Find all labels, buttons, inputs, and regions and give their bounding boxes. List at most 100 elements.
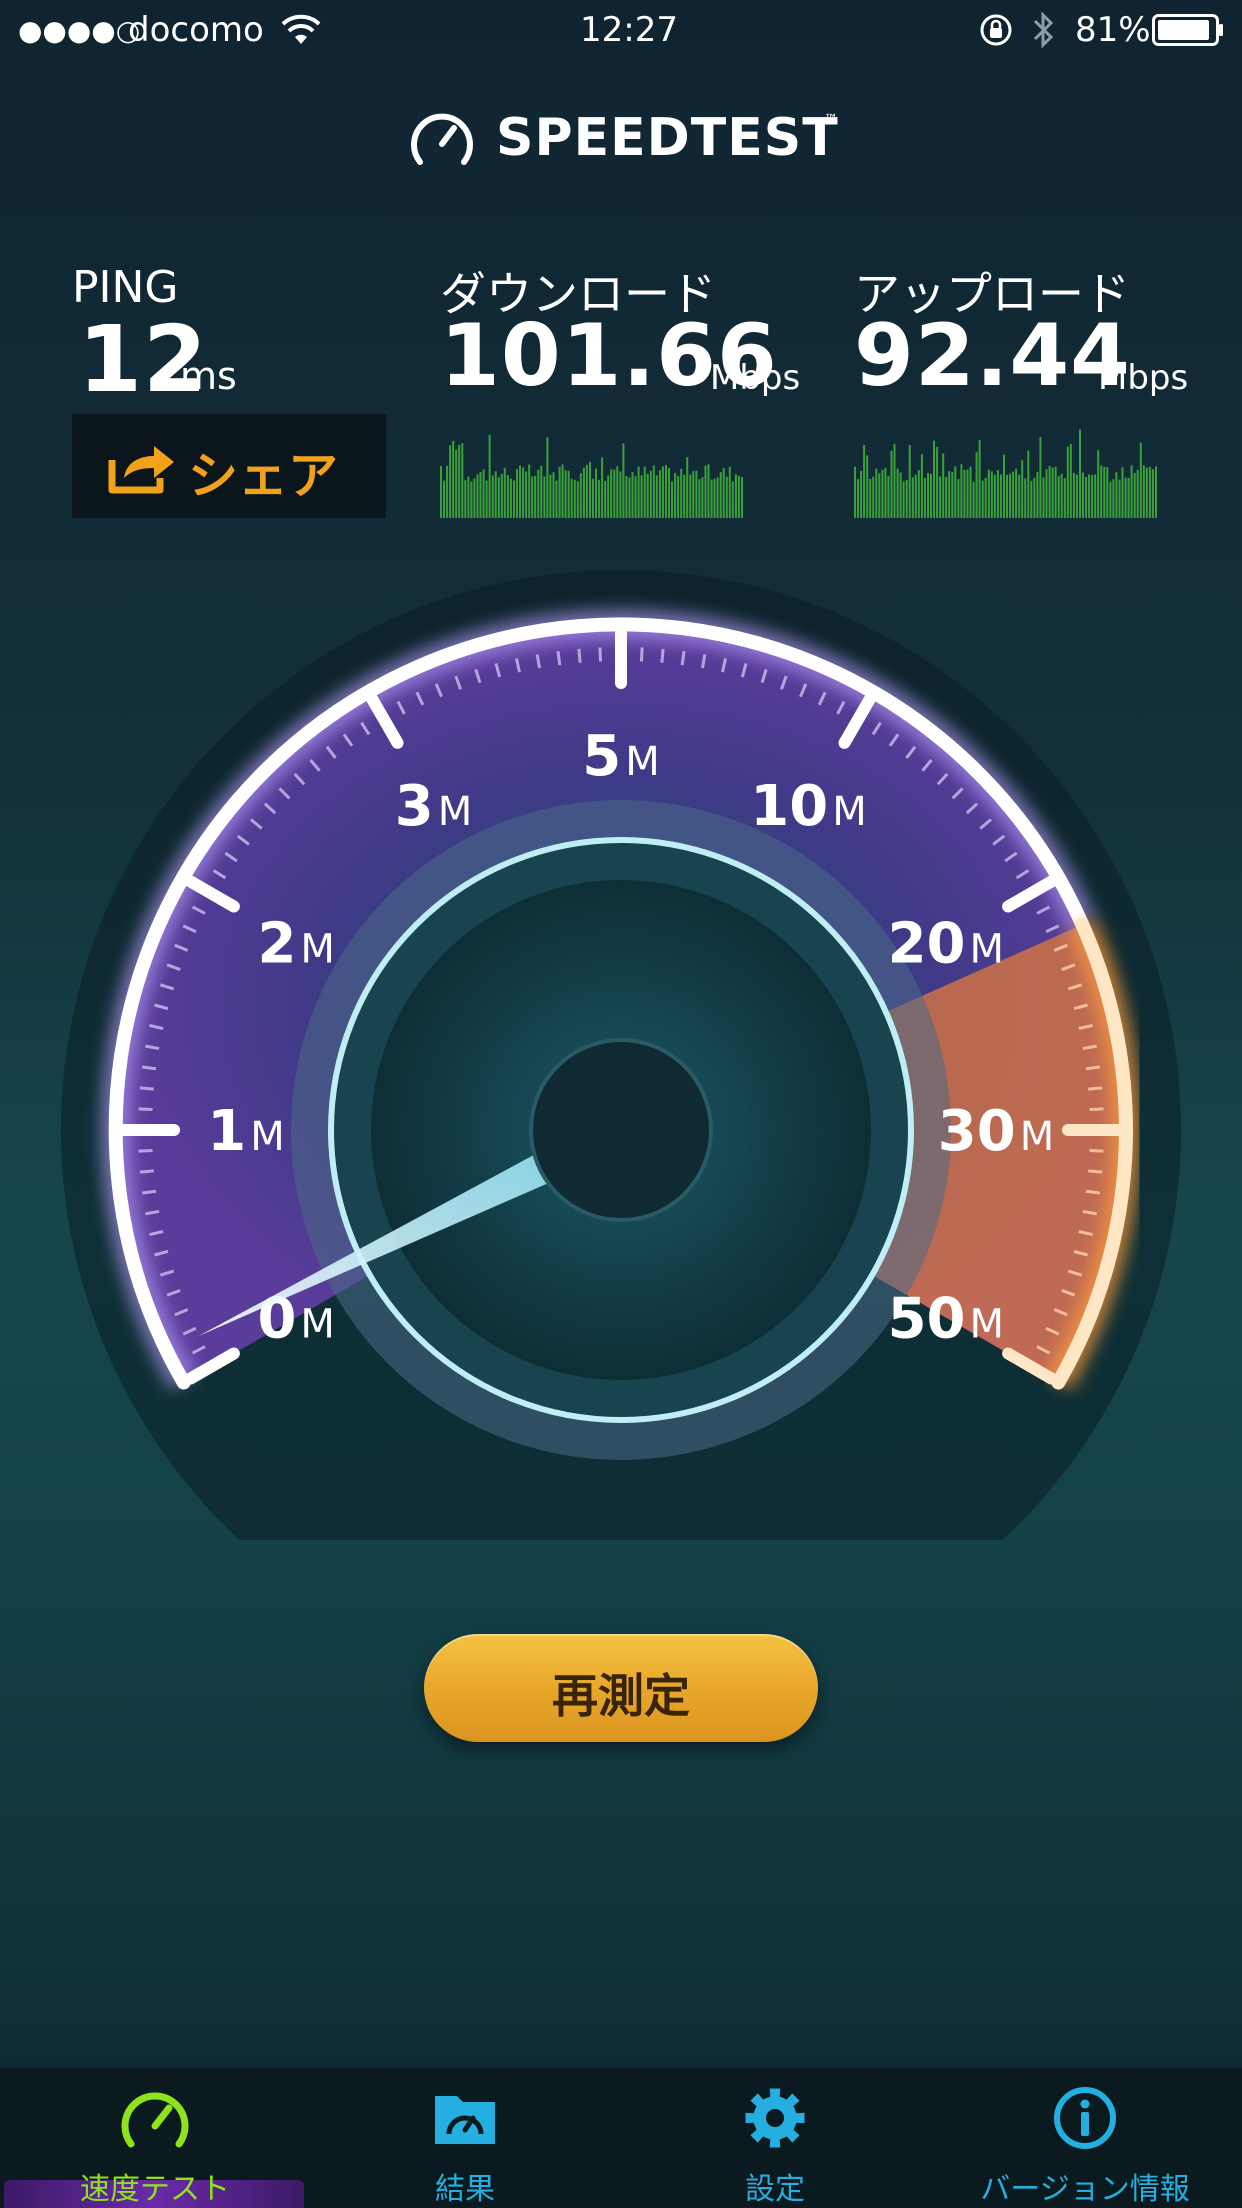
sparkline-bar (1024, 478, 1027, 518)
sparkline-bar (598, 479, 601, 518)
gauge-minor-tick (139, 1086, 154, 1091)
sparkline-bar (1088, 474, 1091, 518)
sparkline-bar (646, 473, 649, 518)
sparkline-bar (652, 465, 655, 518)
gauge-minor-tick (141, 1065, 157, 1071)
sparkline-bar (616, 466, 619, 518)
sparkline-bar (677, 475, 680, 518)
sparkline-bar (534, 475, 537, 518)
tab-speed-test[interactable]: 速度テスト (0, 2068, 310, 2208)
tab-about[interactable]: バージョン情報 (930, 2068, 1240, 2208)
sparkline-bar (741, 476, 743, 518)
tab-results[interactable]: 結果 (310, 2068, 620, 2208)
sparkline-bar (872, 476, 875, 518)
sparkline-bar (1148, 466, 1151, 518)
download-sparkline (440, 434, 743, 518)
gauge-minor-tick (577, 648, 582, 663)
sparkline-bar (613, 469, 616, 518)
sparkline-bar (1072, 472, 1075, 518)
share-button[interactable]: シェア (72, 414, 386, 518)
tab-label-about: バージョン情報 (980, 2172, 1190, 2207)
sparkline-bar (945, 476, 948, 518)
share-label: シェア (188, 447, 338, 505)
sparkline-bar (854, 466, 856, 518)
sparkline-bar (537, 469, 540, 518)
sparkline-bar (860, 470, 863, 518)
sparkline-bar (948, 471, 951, 518)
sparkline-bar (1063, 478, 1066, 518)
sparkline-bar (1133, 473, 1136, 518)
sparkline-bar (1069, 443, 1072, 518)
sparkline-bar (1045, 469, 1048, 518)
gauge-minor-tick (1088, 1169, 1103, 1174)
sparkline-bar (881, 469, 884, 518)
gauge-minor-tick (138, 1107, 153, 1112)
sparkline-bar (1060, 473, 1063, 518)
sparkline-bar (491, 475, 494, 518)
sparkline-bar (1139, 442, 1142, 518)
sparkline-bar (473, 478, 476, 518)
sparkline-bar (655, 475, 658, 518)
sparkline-bar (689, 474, 692, 518)
sparkline-bar (960, 464, 963, 518)
sparkline-bar (658, 470, 661, 518)
sparkline-bar (604, 480, 607, 518)
gauge-minor-tick (680, 650, 686, 666)
sparkline-bar (957, 479, 960, 518)
sparkline-bar (607, 475, 610, 518)
sparkline-bar (665, 465, 667, 518)
sparkline-bar (993, 474, 996, 518)
sparkline-bar (719, 472, 722, 518)
sparkline-bar (1057, 476, 1060, 518)
sparkline-bar (506, 475, 509, 518)
sparkline-bar (887, 475, 890, 518)
sparkline-bar (984, 477, 987, 518)
sparkline-bar (671, 481, 673, 518)
sparkline-bar (1103, 466, 1106, 518)
sparkline-bar (1124, 477, 1127, 518)
gauge-minor-tick (139, 1169, 154, 1174)
sparkline-bar (927, 473, 929, 518)
gauge-minor-tick (1085, 1189, 1101, 1195)
sparkline-bar (899, 472, 902, 518)
sparkline-bar (589, 461, 591, 518)
retest-button[interactable]: 再測定 (424, 1634, 818, 1742)
trademark-mark: ™ (824, 112, 838, 128)
sparkline-bar (519, 465, 521, 518)
sparkline-bar (1100, 465, 1103, 518)
sparkline-bar (878, 473, 881, 518)
sparkline-bar (686, 457, 689, 518)
sparkline-bar (661, 466, 664, 518)
sparkline-bar (963, 469, 966, 518)
carrier-name: docomo (128, 10, 264, 50)
sparkline-bar (555, 480, 558, 518)
sparkline-bar (863, 444, 866, 518)
battery-percent: 81% (1075, 10, 1151, 50)
share-icon (108, 446, 174, 494)
sparkline-bar (936, 446, 939, 518)
sparkline-bar (582, 467, 585, 518)
tab-label-speed-test: 速度テスト (80, 2172, 230, 2207)
gauge-minor-tick (138, 1148, 153, 1153)
sparkline-bar (485, 480, 488, 518)
sparkline-bar (866, 455, 869, 518)
sparkline-bar (683, 474, 686, 518)
sparkline-bar (972, 481, 975, 518)
sparkline-bar (1042, 477, 1045, 518)
sparkline-bar (917, 470, 920, 518)
sparkline-bar (500, 474, 503, 518)
sparkline-bar (920, 454, 923, 518)
sparkline-bar (710, 479, 713, 518)
sparkline-bar (549, 474, 552, 518)
sparkline-bar (975, 452, 978, 518)
sparkline-bar (704, 465, 707, 518)
clock: 12:27 (580, 10, 678, 50)
sparkline-bar (637, 466, 640, 518)
sparkline-bar (1085, 477, 1087, 518)
sparkline-bar (1151, 469, 1154, 518)
sparkline-bar (680, 468, 683, 518)
gauge-minor-tick (1088, 1086, 1103, 1091)
sparkline-bar (622, 443, 625, 518)
info-icon (1054, 2087, 1116, 2149)
tab-settings[interactable]: 設定 (620, 2068, 930, 2208)
